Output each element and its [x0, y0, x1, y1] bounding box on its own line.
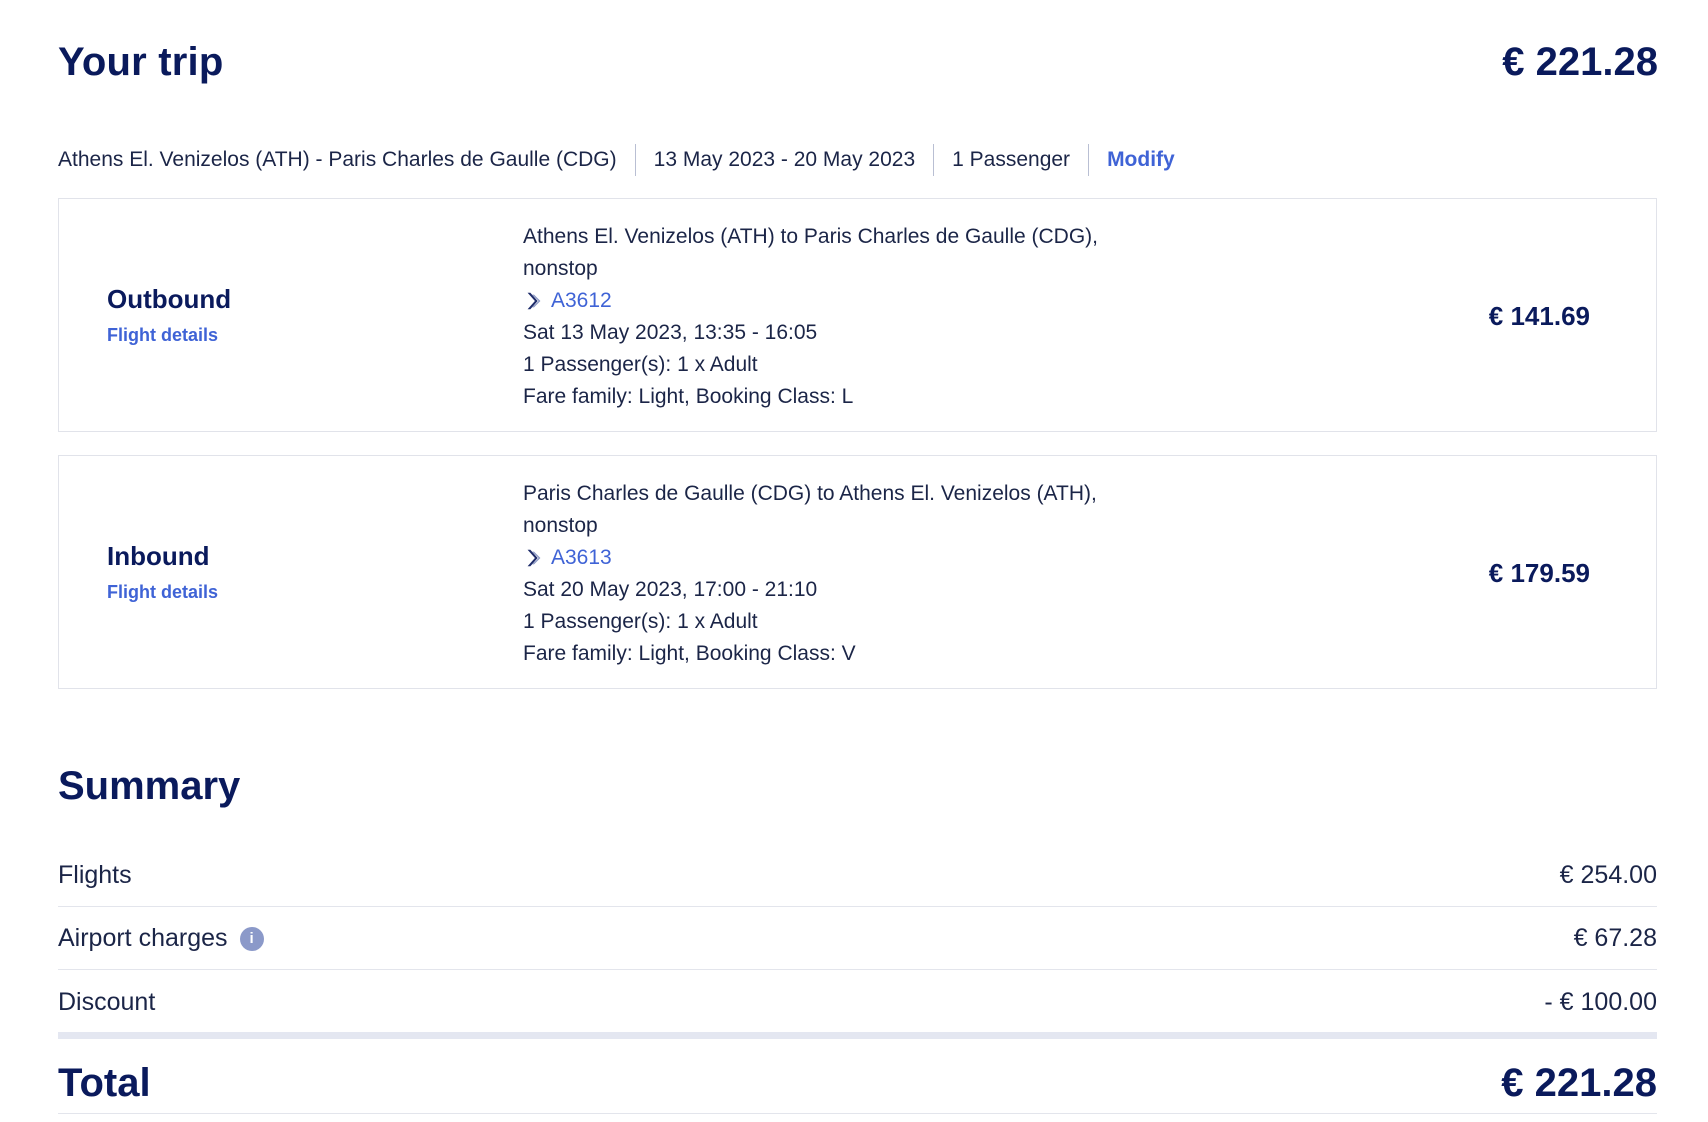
flight-direction-label: Inbound — [107, 541, 210, 571]
summary-row-label: Discount — [58, 987, 156, 1016]
summary-row-value: - € 100.00 — [1544, 987, 1657, 1016]
summary-row-label-wrap: Airport charges i — [58, 924, 264, 953]
flight-stops: nonstop — [523, 257, 598, 280]
summary-row-value: € 254.00 — [1559, 861, 1657, 889]
flight-passengers: 1 Passenger(s): 1 x Adult — [523, 353, 758, 376]
flight-direction-label: Outbound — [107, 284, 232, 314]
summary-total-row: Total € 221.28 — [58, 1054, 1657, 1114]
total-value: € 221.28 — [1501, 1061, 1657, 1105]
flight-passengers: 1 Passenger(s): 1 x Adult — [523, 610, 758, 633]
summary-title: Summary — [58, 764, 241, 808]
flight-stops: nonstop — [523, 514, 598, 537]
flight-details-link[interactable]: Flight details — [107, 325, 231, 346]
flight-fare: Fare family: Light, Booking Class: L — [523, 385, 854, 408]
flight-number-link[interactable]: A3612 — [523, 285, 1143, 317]
flight-info: Paris Charles de Gaulle (CDG) to Athens … — [523, 478, 1143, 670]
total-label: Total — [58, 1061, 151, 1105]
search-summary-bar: Athens El. Venizelos (ATH) - Paris Charl… — [58, 144, 1193, 176]
info-icon[interactable]: i — [239, 926, 264, 951]
flight-number: A3613 — [551, 546, 612, 569]
flight-direction-block: Inbound Flight details — [107, 541, 218, 603]
flight-price: € 141.69 — [1488, 301, 1590, 331]
summary-row-value: € 67.28 — [1573, 924, 1657, 952]
summary-total-divider — [58, 1032, 1657, 1039]
flight-schedule: Sat 20 May 2023, 17:00 - 21:10 — [523, 578, 818, 601]
airline-logo-icon — [527, 549, 541, 567]
airline-logo-icon — [527, 292, 541, 310]
trip-header: Your trip € 221.28 — [58, 40, 1658, 90]
flight-card-outbound: Outbound Flight details Athens El. Veniz… — [58, 198, 1657, 432]
modify-search-link[interactable]: Modify — [1089, 144, 1193, 176]
flight-schedule: Sat 13 May 2023, 13:35 - 16:05 — [523, 321, 818, 344]
flight-card-inbound: Inbound Flight details Paris Charles de … — [58, 455, 1657, 689]
flight-price: € 179.59 — [1488, 558, 1590, 588]
flight-number: A3612 — [551, 289, 612, 312]
flight-number-link[interactable]: A3613 — [523, 542, 1143, 574]
page-title: Your trip — [58, 40, 224, 84]
trip-page: Your trip € 221.28 Athens El. Venizelos … — [0, 0, 1708, 1122]
summary-row-discount: Discount - € 100.00 — [58, 971, 1657, 1033]
summary-row-flights: Flights € 254.00 — [58, 845, 1657, 907]
flight-direction-block: Outbound Flight details — [107, 284, 231, 346]
search-dates: 13 May 2023 - 20 May 2023 — [653, 148, 916, 171]
summary-row-airport-charges: Airport charges i € 67.28 — [58, 908, 1657, 970]
search-route: Athens El. Venizelos (ATH) - Paris Charl… — [58, 148, 617, 171]
flight-details-link[interactable]: Flight details — [107, 582, 218, 603]
summary-row-label: Flights — [58, 861, 132, 889]
flight-fare: Fare family: Light, Booking Class: V — [523, 642, 856, 665]
flight-info: Athens El. Venizelos (ATH) to Paris Char… — [523, 221, 1143, 413]
trip-total-price: € 221.28 — [1502, 40, 1658, 84]
search-passengers: 1 Passenger — [952, 148, 1071, 171]
flight-route: Paris Charles de Gaulle (CDG) to Athens … — [523, 482, 1097, 505]
flight-route: Athens El. Venizelos (ATH) to Paris Char… — [523, 225, 1098, 248]
summary-row-label: Airport charges — [58, 924, 228, 952]
